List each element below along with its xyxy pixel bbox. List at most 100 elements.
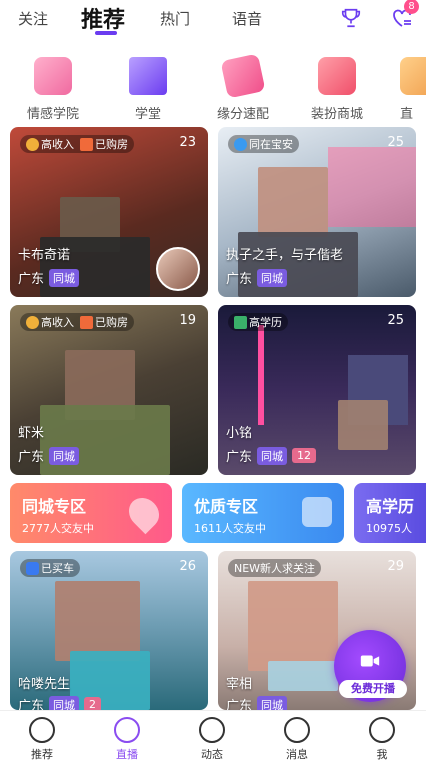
user-card[interactable]: 高收入 已购房 23 卡布奇诺 广东 同城 <box>10 127 208 297</box>
level-pill: 2 <box>84 697 102 710</box>
tab-recommend[interactable]: 推荐 <box>81 2 125 34</box>
shortcut-fate-match[interactable]: 缘分速配 <box>208 53 278 122</box>
zone-high-education[interactable]: 高学历 10975人 <box>354 483 426 543</box>
shortcut-label: 装扮商城 <box>310 107 363 122</box>
tag: 高学历 <box>234 314 282 330</box>
location-row: 广东 同城 <box>18 268 80 287</box>
planet-icon <box>29 717 55 743</box>
age: 19 <box>179 313 196 328</box>
user-card[interactable]: 已买车 26 哈喽先生 广东 同城 2 <box>10 551 208 710</box>
location-row: 广东 同城 <box>226 268 288 287</box>
tag-group: NEW新人求关注 <box>228 559 322 577</box>
blurred-face <box>55 581 140 661</box>
tag-group: 高收入 已购房 <box>20 135 134 153</box>
nav-label: 推荐 <box>31 748 53 761</box>
tag: 同在宝安 <box>234 136 293 152</box>
nav-recommend[interactable]: 推荐 <box>12 717 72 762</box>
tab-voice[interactable]: 语音 <box>232 8 262 29</box>
nav-label: 消息 <box>286 748 308 761</box>
tower-light <box>258 325 264 425</box>
shortcut-partial[interactable]: 直 <box>396 57 426 122</box>
active-tab-indicator <box>95 31 117 35</box>
top-navigation: 关注 推荐 热门 语音 8 <box>0 0 426 40</box>
shortcut-label: 缘分速配 <box>216 107 269 122</box>
shortcut-emotion-academy[interactable]: 情感学院 <box>18 57 88 122</box>
user-card[interactable]: 高学历 25 小铭 广东 同城 12 <box>218 305 416 475</box>
blurred-face <box>338 400 388 450</box>
tag: 已购房 <box>80 136 128 152</box>
nav-label: 动态 <box>201 748 223 761</box>
age: 29 <box>387 559 404 574</box>
shortcut-school[interactable]: 学堂 <box>113 57 183 122</box>
tag-group: 高收入 已购房 <box>20 313 134 331</box>
same-city-pill: 同城 <box>257 446 288 465</box>
city: 广东 <box>226 272 253 287</box>
shortcut-dress-mall[interactable]: 装扮商城 <box>302 57 372 122</box>
city: 广东 <box>18 699 45 710</box>
user-name: 执子之手，与子偕老 <box>226 248 344 263</box>
user-name: 宰相 <box>226 677 253 692</box>
car-icon <box>26 561 39 575</box>
bottom-navigation: 推荐 直播 动态 消息 我 <box>0 710 426 764</box>
same-city-pill: 同城 <box>49 446 80 465</box>
tag-label: 已购房 <box>95 138 128 151</box>
location-row: 广东 同城 2 <box>18 695 102 710</box>
house-icon <box>80 137 93 151</box>
tag: 已购房 <box>80 314 128 330</box>
globe-icon <box>234 137 247 151</box>
start-live-label[interactable]: 免费开播 <box>339 680 407 698</box>
nav-live[interactable]: 直播 <box>97 717 157 762</box>
zone-quality[interactable]: 优质专区 1611人交友中 <box>182 483 344 543</box>
shortcut-bar: 情感学院 学堂 缘分速配 装扮商城 直 <box>0 45 426 123</box>
tag: NEW新人求关注 <box>234 560 315 576</box>
nav-label: 直播 <box>116 748 138 761</box>
tshirt-icon <box>318 57 356 95</box>
tag-label: 高收入 <box>41 316 74 329</box>
user-name: 卡布奇诺 <box>18 248 71 263</box>
zone-same-city[interactable]: 同城专区 2777人交友中 <box>10 483 172 543</box>
blurred-mask <box>268 661 338 691</box>
user-card[interactable]: 高收入 已购房 19 虾米 广东 同城 <box>10 305 208 475</box>
age: 25 <box>387 313 404 328</box>
zone-row: 同城专区 2777人交友中 优质专区 1611人交友中 高学历 10975人 <box>0 483 426 543</box>
tab-hot[interactable]: 热门 <box>160 8 190 29</box>
shortcut-label: 情感学院 <box>26 107 79 122</box>
age: 25 <box>387 135 404 150</box>
trophy-icon[interactable] <box>340 7 362 29</box>
house-heart-icon <box>34 57 72 95</box>
same-city-pill: 同城 <box>257 695 288 710</box>
city: 广东 <box>18 272 45 287</box>
nav-label: 我 <box>376 748 388 761</box>
age: 26 <box>179 559 196 574</box>
shortcut-label: 学堂 <box>134 107 161 122</box>
user-name: 虾米 <box>18 426 45 441</box>
city: 广东 <box>226 450 253 465</box>
video-camera-icon <box>360 655 380 667</box>
avatar[interactable] <box>156 247 200 291</box>
nav-me[interactable]: 我 <box>352 717 412 762</box>
love-letter-icon <box>220 53 266 99</box>
age: 23 <box>179 135 196 150</box>
partial-icon <box>400 57 426 95</box>
nav-feed[interactable]: 动态 <box>182 717 242 762</box>
zone-subtitle: 10975人 <box>366 522 412 535</box>
shortcut-label: 直 <box>400 107 414 122</box>
user-card[interactable]: 同在宝安 25 执子之手，与子偕老 广东 同城 <box>218 127 416 297</box>
tag-group: 高学历 <box>228 313 288 331</box>
tag: 高收入 <box>26 136 74 152</box>
tab-follow[interactable]: 关注 <box>18 8 48 29</box>
blurred-body <box>238 232 358 297</box>
tag-group: 已买车 <box>20 559 80 577</box>
location-row: 广东 同城 <box>18 446 80 465</box>
same-city-pill: 同城 <box>257 268 288 287</box>
tag-label: NEW新人求关注 <box>234 562 316 575</box>
tag: 已买车 <box>26 560 74 576</box>
tag-label: 同在宝安 <box>249 138 293 151</box>
level-pill: 12 <box>292 448 317 463</box>
location-row: 广东 同城 <box>226 695 288 710</box>
tag-label: 已购房 <box>95 316 128 329</box>
thumbs-up-icon <box>302 497 332 527</box>
nav-messages[interactable]: 消息 <box>267 717 327 762</box>
user-name: 哈喽先生 <box>18 677 71 692</box>
tag-label: 高学历 <box>249 316 282 329</box>
